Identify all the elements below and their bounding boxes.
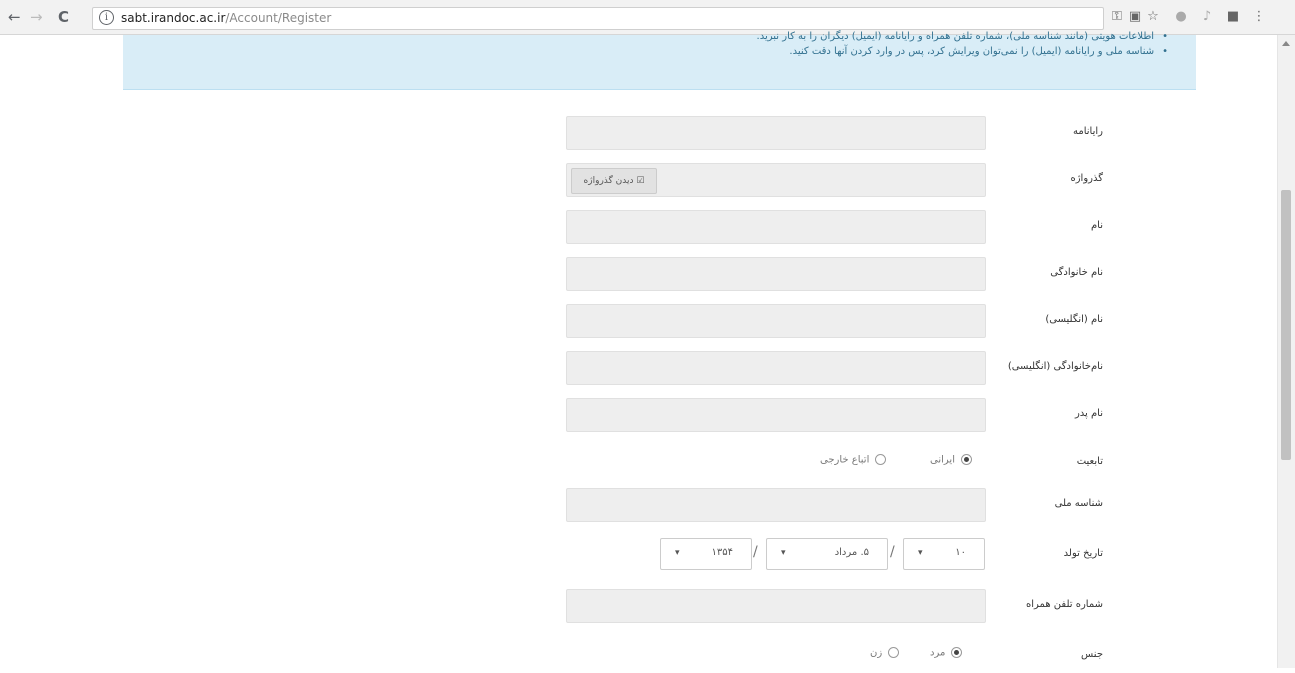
page-scrollbar[interactable] (1277, 35, 1295, 668)
form-row-name: نام (0, 210, 1278, 244)
url-path: /Account/Register (225, 11, 332, 25)
gender-female-label: زن (870, 647, 883, 659)
date-separator: / (890, 544, 895, 560)
address-bar[interactable]: i sabt.irandoc.ac.ir/Account/Register (92, 7, 1104, 30)
national-id-field[interactable] (566, 488, 986, 522)
info-icon[interactable]: i (99, 10, 114, 25)
nationality-iranian-option[interactable]: ایرانی (930, 454, 972, 466)
lastname-en-field[interactable] (566, 351, 986, 385)
birth-month-value: ۵. مرداد (834, 547, 869, 558)
nationality-iranian-label: ایرانی (930, 454, 955, 466)
form-row-father: نام پدر (0, 398, 1278, 432)
gender-female-option[interactable]: زن (870, 647, 900, 659)
gender-male-label: مرد (930, 647, 946, 659)
extension-circle-icon[interactable]: ● (1174, 10, 1188, 24)
menu-icon[interactable]: ⋮ (1252, 10, 1266, 24)
form-row-lastname: نام خانوادگی (0, 257, 1278, 291)
mobile-label: شماره تلفن همراه (1026, 599, 1103, 610)
form-row-lastname-en: نام‌خانوادگی (انگلیسی) (0, 351, 1278, 385)
reload-icon[interactable]: C (58, 8, 69, 26)
radio-icon[interactable] (875, 454, 887, 465)
name-en-field[interactable] (566, 304, 986, 338)
national-id-label: شناسه ملی (1054, 498, 1103, 509)
form-row-birthdate: ۱۰ ▾ / ۵. مرداد ▾ / ۱۳۵۴ ▾ تاریخ تولد (0, 538, 1278, 572)
name-label: نام (1090, 220, 1103, 231)
email-label: رایانامه (1073, 126, 1103, 137)
info-alert: اطلاعات هویتی (مانند شناسه ملی)، شماره ت… (123, 31, 1196, 90)
translate-icon[interactable]: ▣ (1128, 10, 1142, 24)
name-field[interactable] (566, 210, 986, 244)
url-host: sabt.irandoc.ac.ir (121, 11, 226, 25)
key-icon[interactable]: ⚿ (1110, 10, 1124, 24)
lastname-field[interactable] (566, 257, 986, 291)
form-row-nationality: ایرانی اتباع خارجی تابعیت (0, 446, 1278, 480)
forward-icon[interactable]: → (30, 8, 43, 26)
show-password-toggle[interactable]: ☑ دیدن گذرواژه (571, 168, 657, 194)
father-name-field[interactable] (566, 398, 986, 432)
birth-month-select[interactable]: ۵. مرداد ▾ (766, 538, 888, 570)
nationality-foreign-label: اتباع خارجی (820, 454, 870, 466)
cast-icon[interactable]: ■ (1226, 10, 1240, 24)
radio-icon[interactable] (951, 647, 963, 658)
email-field[interactable] (566, 116, 986, 150)
extension-icon[interactable]: ♪ (1200, 10, 1214, 24)
chevron-down-icon: ▾ (918, 548, 923, 558)
form-row-mobile: شماره تلفن همراه (0, 589, 1278, 623)
radio-icon[interactable] (888, 647, 900, 658)
url-text: sabt.irandoc.ac.ir/Account/Register (121, 11, 331, 25)
form-row-password: ☑ دیدن گذرواژه گذرواژه (0, 163, 1278, 197)
gender-label: جنس (1081, 649, 1103, 660)
birth-day-select[interactable]: ۱۰ ▾ (903, 538, 985, 570)
notice-item: شناسه ملی و رایانامه (ایمیل) را نمی‌توان… (757, 44, 1168, 59)
birth-year-select[interactable]: ۱۳۵۴ ▾ (660, 538, 752, 570)
chevron-down-icon: ▾ (675, 548, 680, 558)
lastname-en-label: نام‌خانوادگی (انگلیسی) (1007, 361, 1103, 372)
scroll-thumb[interactable] (1281, 190, 1291, 460)
birthdate-label: تاریخ تولد (1063, 548, 1103, 559)
notice-list: اطلاعات هویتی (مانند شناسه ملی)، شماره ت… (757, 29, 1168, 59)
form-row-national-id: شناسه ملی (0, 488, 1278, 522)
back-icon[interactable]: ← (8, 8, 21, 26)
nationality-label: تابعیت (1076, 456, 1103, 467)
form-row-name-en: نام (انگلیسی) (0, 304, 1278, 338)
form-row-email: رایانامه (0, 116, 1278, 150)
checkbox-icon[interactable]: ☑ (636, 176, 644, 186)
name-en-label: نام (انگلیسی) (1045, 314, 1103, 325)
nationality-foreign-option[interactable]: اتباع خارجی (820, 454, 887, 466)
lastname-label: نام خانوادگی (1050, 267, 1103, 278)
mobile-field[interactable] (566, 589, 986, 623)
star-icon[interactable]: ☆ (1146, 10, 1160, 24)
radio-icon[interactable] (960, 454, 972, 465)
password-field[interactable]: ☑ دیدن گذرواژه (566, 163, 986, 197)
chevron-down-icon: ▾ (781, 548, 786, 558)
scroll-up-arrow-icon[interactable] (1282, 41, 1290, 46)
birth-year-value: ۱۳۵۴ (711, 547, 733, 558)
password-label: گذرواژه (1070, 173, 1103, 184)
date-separator: / (753, 544, 758, 560)
notice-item: اطلاعات هویتی (مانند شناسه ملی)، شماره ت… (757, 29, 1168, 44)
father-name-label: نام پدر (1074, 408, 1103, 419)
birth-day-value: ۱۰ (955, 547, 966, 558)
gender-male-option[interactable]: مرد (930, 647, 963, 659)
show-password-label: دیدن گذرواژه (583, 176, 634, 186)
